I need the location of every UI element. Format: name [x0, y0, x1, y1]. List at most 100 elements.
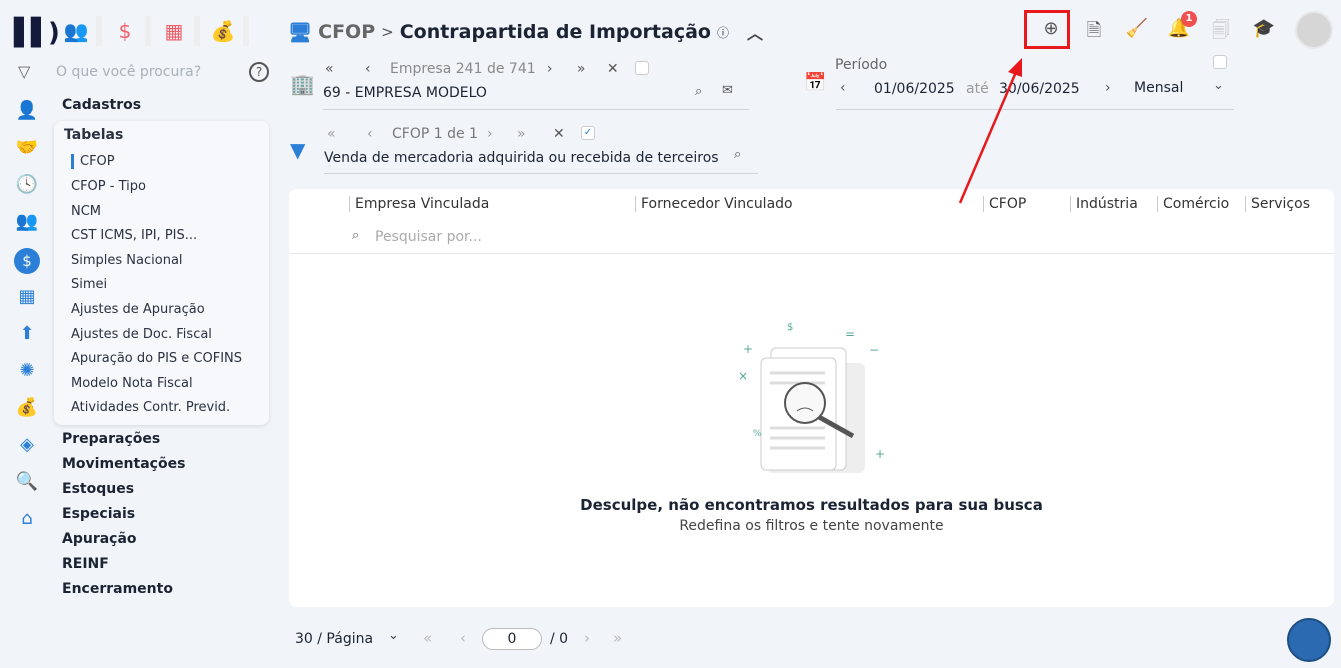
empresa-value[interactable]: 69 - EMPRESA MODELO — [323, 85, 487, 101]
submenu-item[interactable]: Ajustes de Doc. Fiscal — [71, 327, 212, 342]
prev-icon[interactable]: ‹ — [367, 126, 392, 142]
submenu-item[interactable]: Ajustes de Apuração — [71, 302, 205, 317]
dollar-app-icon[interactable]: $ — [105, 16, 151, 46]
svg-text:−: − — [869, 343, 879, 357]
assistant-avatar[interactable] — [1287, 618, 1331, 662]
arrow-up-icon[interactable]: ⬆ — [14, 323, 40, 347]
submenu-item[interactable]: CFOP - Tipo — [71, 179, 146, 194]
cfop-count: CFOP 1 de 1 — [392, 126, 478, 142]
empresa-navigator: « ‹ Empresa 241 de 741 › » ✕ — [325, 61, 649, 77]
document-search-icon[interactable]: 🗐 — [1206, 18, 1236, 48]
search-icon[interactable]: 🔍 — [14, 471, 40, 495]
submenu-item-cfop[interactable]: CFOP — [71, 154, 115, 169]
people-app-icon[interactable]: 👥 — [56, 16, 102, 46]
first-icon[interactable]: « — [325, 61, 365, 77]
svg-text:$: $ — [787, 322, 793, 333]
dollar-icon[interactable]: $ — [14, 248, 40, 274]
submenu-item[interactable]: Atividades Contr. Previd. — [71, 400, 230, 415]
period-mode-select[interactable]: Mensal — [1134, 80, 1183, 96]
network-icon[interactable]: ✺ — [14, 360, 40, 384]
empresa-label: Empresa — [390, 61, 452, 77]
period-start[interactable]: 01/06/2025 — [874, 81, 955, 97]
submenu-item[interactable]: CST ICMS, IPI, PIS... — [71, 228, 197, 243]
last-icon[interactable]: » — [517, 126, 553, 142]
next-icon[interactable]: › — [487, 126, 517, 142]
mail-icon[interactable]: ✉ — [722, 83, 733, 98]
svg-text:%: % — [753, 429, 762, 439]
empty-subtitle: Redefina os filtros e tente novamente — [679, 518, 944, 534]
document-icon[interactable]: 🗎 — [1079, 18, 1109, 48]
layers-icon[interactable]: ◈ — [14, 434, 40, 458]
page-input[interactable]: 0 — [482, 628, 542, 650]
submenu-item[interactable]: Modelo Nota Fiscal — [71, 376, 193, 391]
user-settings-icon[interactable]: 👤 — [14, 100, 40, 124]
menu-item[interactable]: Encerramento — [62, 581, 173, 597]
column-header[interactable]: Empresa Vinculada — [349, 196, 489, 212]
clock-icon[interactable]: 🕓 — [14, 174, 40, 198]
cfop-filter-value[interactable]: Venda de mercadoria adquirida ou recebid… — [324, 150, 719, 166]
prev-icon[interactable]: ‹ — [365, 61, 390, 77]
next-icon[interactable]: › — [547, 61, 577, 77]
column-header[interactable]: Comércio — [1157, 196, 1229, 212]
building-icon: 🏢 — [290, 72, 315, 96]
filter-funnel-icon: ▼ — [290, 138, 306, 162]
breadcrumb-parent[interactable]: CFOP — [318, 21, 375, 43]
first-icon[interactable]: « — [327, 126, 367, 142]
table-search-input[interactable]: Pesquisar por... — [375, 229, 482, 245]
next-page-icon[interactable]: › — [584, 629, 590, 647]
submenu-item[interactable]: Apuração do PIS e COFINS — [71, 351, 242, 366]
annotation-highlight-box — [1024, 10, 1070, 49]
period-checkbox[interactable] — [1213, 55, 1227, 69]
submenu-tabelas: Tabelas CFOP CFOP - Tipo NCM CST ICMS, I… — [54, 121, 269, 425]
prev-period-icon[interactable]: ‹ — [840, 80, 846, 96]
filter-icon[interactable]: ▽ — [18, 62, 30, 81]
help-icon[interactable]: ? — [249, 62, 269, 82]
money-bag-icon[interactable]: 💰 — [14, 397, 40, 421]
menu-item[interactable]: Movimentações — [62, 456, 185, 472]
menu-cadastros[interactable]: Cadastros — [62, 97, 141, 113]
submenu-item[interactable]: NCM — [71, 204, 101, 219]
money-bag-app-icon[interactable]: 💰 — [203, 16, 249, 46]
column-header[interactable]: Indústria — [1070, 196, 1138, 212]
search-icon[interactable]: ⌕ — [734, 147, 741, 162]
users-icon[interactable]: 👥 — [14, 211, 40, 235]
empresa-checkbox[interactable] — [634, 61, 649, 75]
empresa-of: de — [486, 61, 505, 77]
svg-text:×: × — [738, 369, 748, 383]
broom-icon[interactable]: 🧹 — [1122, 18, 1152, 39]
column-header[interactable]: Fornecedor Vinculado — [635, 196, 793, 212]
handshake-icon[interactable]: 🤝 — [14, 137, 40, 161]
menu-item[interactable]: Preparações — [62, 431, 160, 447]
calculator-icon[interactable]: ▦ — [14, 286, 40, 310]
clear-icon[interactable]: ✕ — [553, 126, 581, 142]
first-page-icon[interactable]: « — [423, 629, 432, 647]
collapse-chevron-icon[interactable]: ︿ — [747, 20, 763, 44]
menu-item[interactable]: REINF — [62, 556, 109, 572]
cfop-checkbox-checked[interactable]: ✓ — [581, 126, 595, 140]
search-icon[interactable]: ⌕ — [695, 84, 702, 99]
chevron-down-icon[interactable]: ⌄ — [1213, 78, 1224, 93]
graduation-cap-icon[interactable]: 🎓 — [1249, 18, 1279, 39]
info-icon[interactable]: ⓘ — [717, 24, 729, 41]
submenu-item[interactable]: Simei — [71, 277, 107, 292]
menu-item[interactable]: Especiais — [62, 506, 135, 522]
clear-icon[interactable]: ✕ — [607, 61, 635, 77]
submenu-item[interactable]: Simples Nacional — [71, 253, 183, 268]
menu-item[interactable]: Estoques — [62, 481, 134, 497]
next-period-icon[interactable]: › — [1105, 80, 1111, 96]
cfop-navigator: « ‹ CFOP 1 de 1 › » ✕ ✓ — [327, 126, 595, 142]
app-logo: ▌▌) — [14, 18, 60, 48]
submenu-title: Tabelas — [64, 127, 124, 143]
chevron-down-icon[interactable]: ⌄ — [388, 628, 399, 643]
last-icon[interactable]: » — [577, 61, 607, 77]
per-page-select[interactable]: 30 / Página — [295, 631, 373, 647]
home-icon[interactable]: ⌂ — [14, 508, 40, 532]
menu-item[interactable]: Apuração — [62, 531, 137, 547]
avatar[interactable] — [1295, 11, 1333, 49]
menu-search-input[interactable]: O que você procura? — [56, 64, 201, 80]
last-page-icon[interactable]: » — [613, 629, 622, 647]
empresa-total: 741 — [508, 61, 536, 77]
column-header[interactable]: Serviços — [1245, 196, 1310, 212]
calculator-app-icon[interactable]: ▦ — [154, 16, 200, 46]
prev-page-icon[interactable]: ‹ — [460, 629, 466, 647]
